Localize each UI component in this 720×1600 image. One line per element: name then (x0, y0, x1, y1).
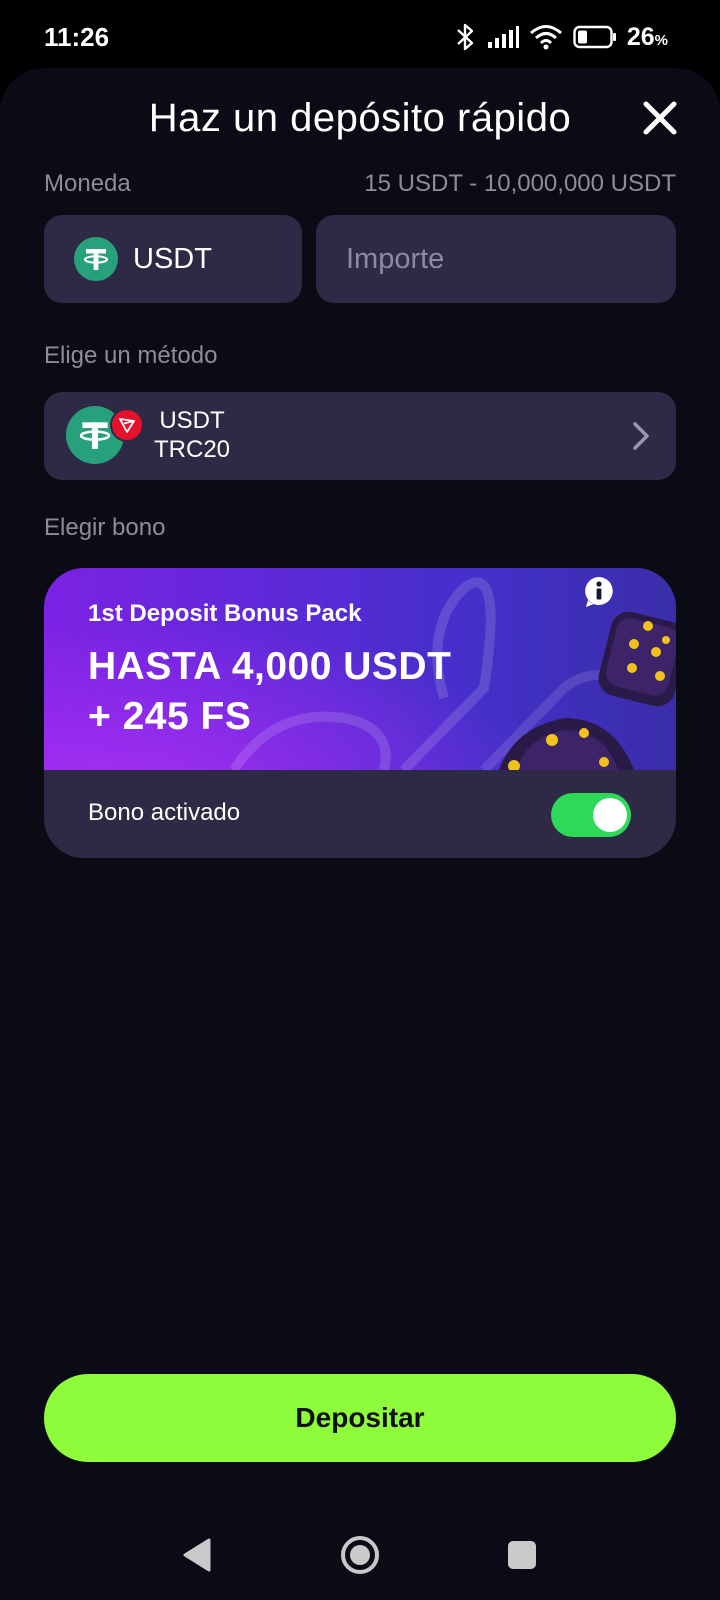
page-title: Haz un depósito rápido (148, 96, 572, 140)
recents-icon[interactable] (506, 1539, 538, 1571)
tether-icon (74, 237, 118, 281)
bonus-title: HASTA 4,000 USDT + 245 FS (88, 642, 451, 742)
bonus-card: 1st Deposit Bonus Pack HASTA 4,000 USDT … (44, 568, 676, 858)
bonus-banner[interactable]: 1st Deposit Bonus Pack HASTA 4,000 USDT … (44, 568, 676, 770)
back-icon[interactable] (181, 1537, 213, 1573)
recents-button[interactable] (497, 1530, 547, 1580)
signal-icon (487, 25, 519, 49)
chevron-right-icon (630, 420, 652, 457)
status-icons: 26% (455, 20, 668, 54)
close-icon[interactable] (643, 101, 677, 135)
currency-label: Moneda (44, 170, 131, 197)
bonus-title-line2: + 245 FS (88, 695, 252, 738)
toggle-knob (593, 798, 627, 832)
amount-range: 15 USDT - 10,000,000 USDT (364, 170, 676, 197)
home-icon[interactable] (339, 1534, 381, 1576)
bonus-toggle[interactable] (551, 793, 631, 837)
method-network: TRC20 (154, 436, 231, 463)
tron-icon (110, 408, 144, 442)
currency-value: USDT (133, 242, 212, 275)
amount-input[interactable] (346, 215, 656, 303)
info-icon[interactable] (583, 575, 615, 609)
back-button[interactable] (172, 1530, 222, 1580)
currency-selector[interactable]: USDT (44, 215, 302, 303)
close-button[interactable] (636, 96, 684, 140)
battery-level: 26% (626, 22, 668, 51)
system-nav-bar (0, 1500, 720, 1600)
bonus-toggle-row: Bono activado (44, 770, 676, 858)
payment-method-selector[interactable]: USDT TRC20 (44, 392, 676, 480)
bonus-title-line1: HASTA 4,000 USDT (88, 645, 452, 688)
battery-icon (573, 25, 617, 49)
bonus-toggle-label: Bono activado (88, 799, 241, 826)
method-name: USDT TRC20 (154, 406, 230, 464)
amount-field[interactable] (316, 215, 676, 303)
method-currency: USDT (159, 407, 225, 434)
dice-icon (499, 611, 676, 770)
method-label: Elige un método (44, 342, 218, 369)
home-button[interactable] (335, 1530, 385, 1580)
bonus-label: Elegir bono (44, 514, 166, 541)
deposit-button[interactable]: Depositar (44, 1374, 676, 1462)
quick-deposit-sheet: Haz un depósito rápido Moneda 15 USDT - … (0, 68, 720, 1600)
status-bar: 11:26 26% (0, 0, 720, 72)
status-time: 11:26 (44, 22, 110, 52)
wifi-icon (529, 24, 563, 50)
info-button[interactable] (576, 570, 622, 614)
bonus-subtitle: 1st Deposit Bonus Pack (88, 600, 362, 627)
bluetooth-icon (455, 22, 477, 52)
